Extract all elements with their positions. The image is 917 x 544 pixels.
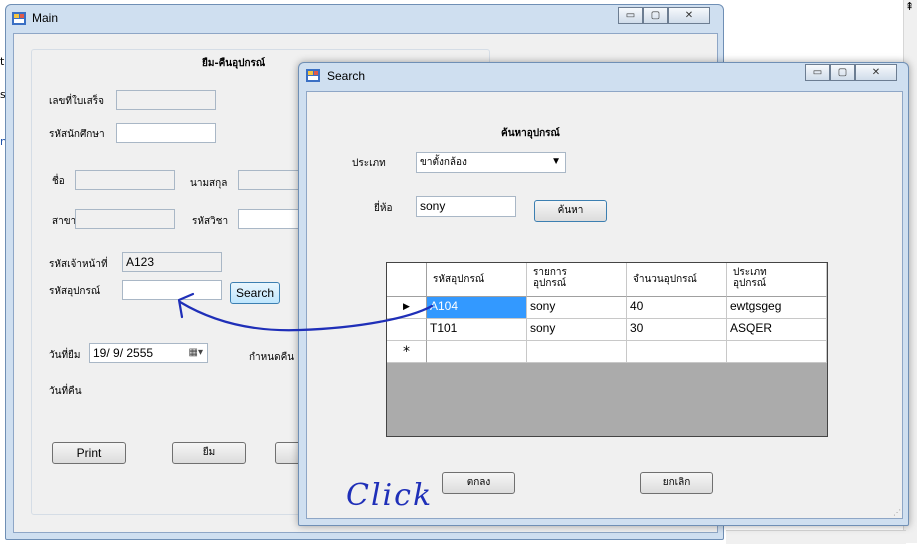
annotation-arrow (178, 300, 434, 332)
click-annotation: Click (346, 478, 434, 513)
annotation-overlay (177, 292, 434, 332)
